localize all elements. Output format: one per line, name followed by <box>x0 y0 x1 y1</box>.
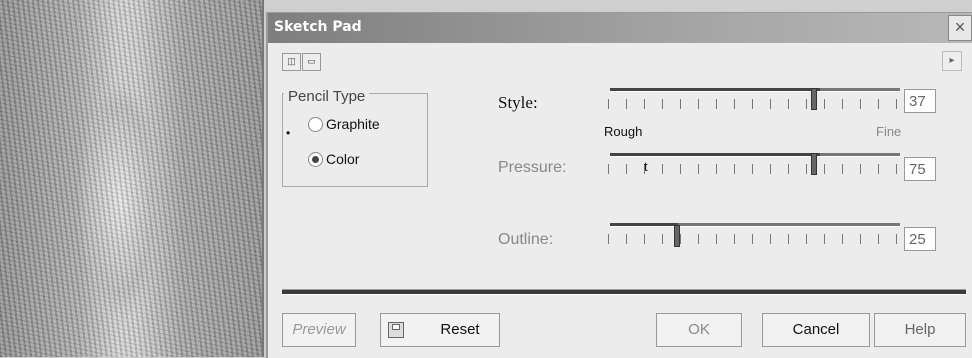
single-preview-icon[interactable]: ▭ <box>302 53 321 71</box>
reset-label: Reset <box>440 321 480 338</box>
pressure-value-field[interactable]: 75 <box>904 157 936 181</box>
expand-arrow-icon[interactable]: ▸ <box>942 51 962 71</box>
pressure-track[interactable] <box>610 153 900 157</box>
style-value-field[interactable]: 37 <box>904 89 936 113</box>
style-max-label: Fine <box>876 124 902 139</box>
pressure-label: Pressure: <box>498 159 567 176</box>
style-slider-thumb[interactable] <box>811 88 817 110</box>
style-track[interactable] <box>610 88 900 92</box>
outline-slider-thumb[interactable] <box>674 225 680 247</box>
save-disk-icon <box>388 322 404 338</box>
graphite-label: Graphite <box>326 116 380 132</box>
style-label: Style: <box>498 93 538 112</box>
pressure-marker: t <box>644 159 648 174</box>
style-ticks <box>608 99 900 109</box>
sketch-pad-dialog: Sketch Pad × ◫ ▭ ▸ Pencil Type • Graphit… <box>266 12 972 358</box>
outline-ticks <box>608 234 900 244</box>
pressure-slider-thumb[interactable] <box>811 153 817 175</box>
background-photo <box>0 0 264 357</box>
close-button[interactable]: × <box>948 15 972 41</box>
pencil-type-legend: Pencil Type <box>284 88 370 105</box>
close-icon: × <box>954 17 966 37</box>
bullet-mark: • <box>286 126 291 140</box>
title-bar[interactable]: Sketch Pad × <box>268 13 972 43</box>
dialog-title: Sketch Pad <box>274 19 362 35</box>
cancel-button[interactable]: Cancel <box>762 313 870 347</box>
help-button[interactable]: Help <box>874 313 966 347</box>
outline-value-field[interactable]: 25 <box>904 227 936 251</box>
outline-label: Outline: <box>498 231 554 248</box>
separator-bar <box>282 289 966 295</box>
graphite-radio[interactable] <box>308 117 323 132</box>
outline-track[interactable] <box>610 223 900 227</box>
pressure-ticks <box>608 164 900 174</box>
ok-button[interactable]: OK <box>656 313 742 347</box>
pencil-type-group <box>282 93 428 187</box>
color-radio[interactable] <box>308 152 323 167</box>
style-min-label: Rough <box>604 124 643 139</box>
split-preview-icon[interactable]: ◫ <box>282 53 301 71</box>
preview-button[interactable]: Preview <box>282 313 356 347</box>
color-label: Color <box>326 151 360 167</box>
